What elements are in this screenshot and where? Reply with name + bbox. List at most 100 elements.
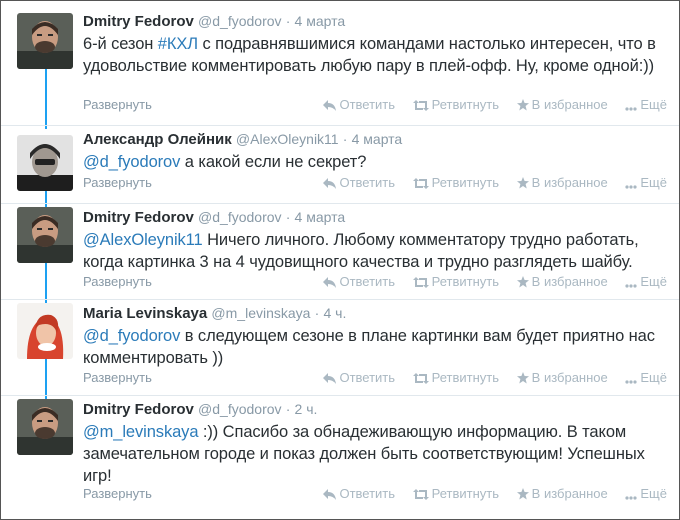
tweet-time[interactable]: 4 марта	[295, 13, 346, 29]
author-name[interactable]: Dmitry Fedorov	[83, 209, 194, 226]
tweet[interactable]: Dmitry Fedorov @d_fyodorov · 2 ч. @m_lev…	[1, 395, 679, 519]
retweet-icon	[412, 489, 429, 500]
tweet-text-part: 6-й сезон	[83, 35, 158, 53]
tweet-time[interactable]: 2 ч.	[295, 401, 318, 417]
retweet-button[interactable]: Ретвитнуть	[412, 370, 500, 385]
tweet-actions: Ответить Ретвитнуть В избранное Ещё	[309, 370, 667, 385]
more-button[interactable]: Ещё	[625, 175, 667, 190]
more-dots-icon	[625, 380, 637, 384]
retweet-label: Ретвитнуть	[431, 486, 500, 501]
reply-button[interactable]: Ответить	[323, 97, 395, 112]
author-name[interactable]: Dmitry Fedorov	[83, 13, 194, 30]
avatar[interactable]	[17, 13, 73, 69]
reply-button[interactable]: Ответить	[323, 370, 395, 385]
reply-icon	[323, 277, 337, 288]
favorite-label: В избранное	[531, 97, 608, 112]
author-username[interactable]: @d_fyodorov	[198, 401, 281, 417]
author-username[interactable]: @d_fyodorov	[198, 13, 281, 29]
separator-dot: ·	[314, 305, 320, 321]
more-dots-icon	[625, 107, 637, 111]
retweet-button[interactable]: Ретвитнуть	[412, 274, 499, 289]
retweet-icon	[412, 178, 429, 189]
reply-button[interactable]: Ответить	[323, 486, 395, 501]
favorite-button[interactable]: В избранное	[516, 370, 608, 385]
expand-link[interactable]: Развернуть	[83, 370, 152, 385]
separator-dot: ·	[285, 209, 291, 225]
tweet-content: Maria Levinskaya @m_levinskaya · 4 ч. @d…	[83, 303, 667, 369]
tweet-content: Dmitry Fedorov @d_fyodorov · 4 марта @Al…	[83, 207, 667, 273]
reply-icon	[323, 100, 337, 111]
tweet[interactable]: Dmitry Fedorov @d_fyodorov · 4 марта 6-й…	[1, 1, 679, 126]
author-username[interactable]: @AlexOleynik11	[236, 131, 339, 147]
reply-button[interactable]: Ответить	[323, 274, 395, 289]
favorite-label: В избранное	[531, 370, 608, 385]
retweet-button[interactable]: Ретвитнуть	[412, 175, 499, 190]
tweet-footer: Развернуть Ответить Ретвитнуть В избранн…	[83, 486, 667, 504]
expand-link[interactable]: Развернуть	[83, 274, 152, 289]
tweet[interactable]: Dmitry Fedorov @d_fyodorov · 4 марта @Al…	[1, 203, 679, 300]
favorite-button[interactable]: В избранное	[516, 486, 608, 501]
expand-link[interactable]: Развернуть	[83, 97, 152, 112]
tweet-header: Dmitry Fedorov @d_fyodorov · 4 марта	[83, 207, 667, 228]
retweet-button[interactable]: Ретвитнуть	[412, 97, 500, 112]
retweet-button[interactable]: Ретвитнуть	[412, 486, 500, 501]
tweet-time[interactable]: 4 марта	[352, 131, 403, 147]
author-username[interactable]: @d_fyodorov	[198, 209, 281, 225]
more-button[interactable]: Ещё	[625, 97, 667, 112]
author-name[interactable]: Maria Levinskaya	[83, 305, 207, 322]
reply-icon	[323, 489, 337, 500]
more-button[interactable]: Ещё	[625, 274, 667, 289]
tweet-thread: Dmitry Fedorov @d_fyodorov · 4 марта 6-й…	[0, 0, 680, 520]
favorite-label: В избранное	[531, 274, 608, 289]
avatar[interactable]	[17, 135, 73, 191]
more-dots-icon	[625, 185, 637, 189]
mention-link[interactable]: @d_fyodorov	[83, 327, 180, 345]
tweet-header: Dmitry Fedorov @d_fyodorov · 2 ч.	[83, 399, 667, 420]
tweet-actions: Ответить Ретвитнуть В избранное Ещё	[309, 175, 667, 190]
tweet-footer: Развернуть Ответить Ретвитнуть В избранн…	[83, 274, 667, 292]
tweet[interactable]: Maria Levinskaya @m_levinskaya · 4 ч. @d…	[1, 299, 679, 396]
mention-link[interactable]: @m_levinskaya	[83, 423, 199, 441]
reply-button[interactable]: Ответить	[323, 175, 395, 190]
mention-link[interactable]: @d_fyodorov	[83, 153, 180, 171]
avatar[interactable]	[17, 207, 73, 263]
author-username[interactable]: @m_levinskaya	[211, 305, 310, 321]
author-name[interactable]: Dmitry Fedorov	[83, 401, 194, 418]
more-button[interactable]: Ещё	[625, 370, 667, 385]
tweet-actions: Ответить Ретвитнуть В избранное Ещё	[309, 486, 667, 501]
author-name[interactable]: Александр Олейник	[83, 131, 232, 148]
retweet-icon	[412, 100, 429, 111]
tweet-time[interactable]: 4 марта	[295, 209, 346, 225]
tweet-actions: Ответить Ретвитнуть В избранное Ещё	[309, 274, 667, 289]
star-icon	[516, 372, 529, 384]
avatar[interactable]	[17, 399, 73, 455]
tweet[interactable]: Александр Олейник @AlexOleynik11 · 4 мар…	[1, 125, 679, 204]
tweet-header: Maria Levinskaya @m_levinskaya · 4 ч.	[83, 303, 667, 324]
reply-label: Ответить	[339, 370, 396, 385]
favorite-label: В избранное	[531, 175, 608, 190]
tweet-footer: Развернуть Ответить Ретвитнуть В избранн…	[83, 370, 667, 388]
avatar[interactable]	[17, 303, 73, 359]
retweet-icon	[412, 373, 429, 384]
tweet-time[interactable]: 4 ч.	[323, 305, 346, 321]
tweet-footer: Развернуть Ответить Ретвитнуть В избранн…	[83, 175, 667, 193]
more-button[interactable]: Ещё	[625, 486, 667, 501]
reply-label: Ответить	[339, 175, 396, 190]
tweet-content: Dmitry Fedorov @d_fyodorov · 4 марта 6-й…	[83, 11, 667, 77]
expand-link[interactable]: Развернуть	[83, 175, 152, 190]
favorite-button[interactable]: В избранное	[516, 274, 608, 289]
separator-dot: ·	[342, 131, 348, 147]
star-icon	[516, 488, 529, 500]
favorite-button[interactable]: В избранное	[516, 175, 608, 190]
favorite-button[interactable]: В избранное	[516, 97, 608, 112]
hashtag-link[interactable]: #КХЛ	[158, 35, 198, 53]
retweet-label: Ретвитнуть	[431, 97, 500, 112]
tweet-text: @AlexOleynik11 Ничего личного. Любому ко…	[83, 229, 667, 273]
more-label: Ещё	[640, 486, 667, 501]
retweet-label: Ретвитнуть	[431, 370, 500, 385]
more-label: Ещё	[640, 274, 667, 289]
mention-link[interactable]: @AlexOleynik11	[83, 231, 203, 249]
more-label: Ещё	[640, 97, 667, 112]
tweet-actions: Ответить Ретвитнуть В избранное Ещё	[309, 97, 667, 112]
expand-link[interactable]: Развернуть	[83, 486, 152, 501]
